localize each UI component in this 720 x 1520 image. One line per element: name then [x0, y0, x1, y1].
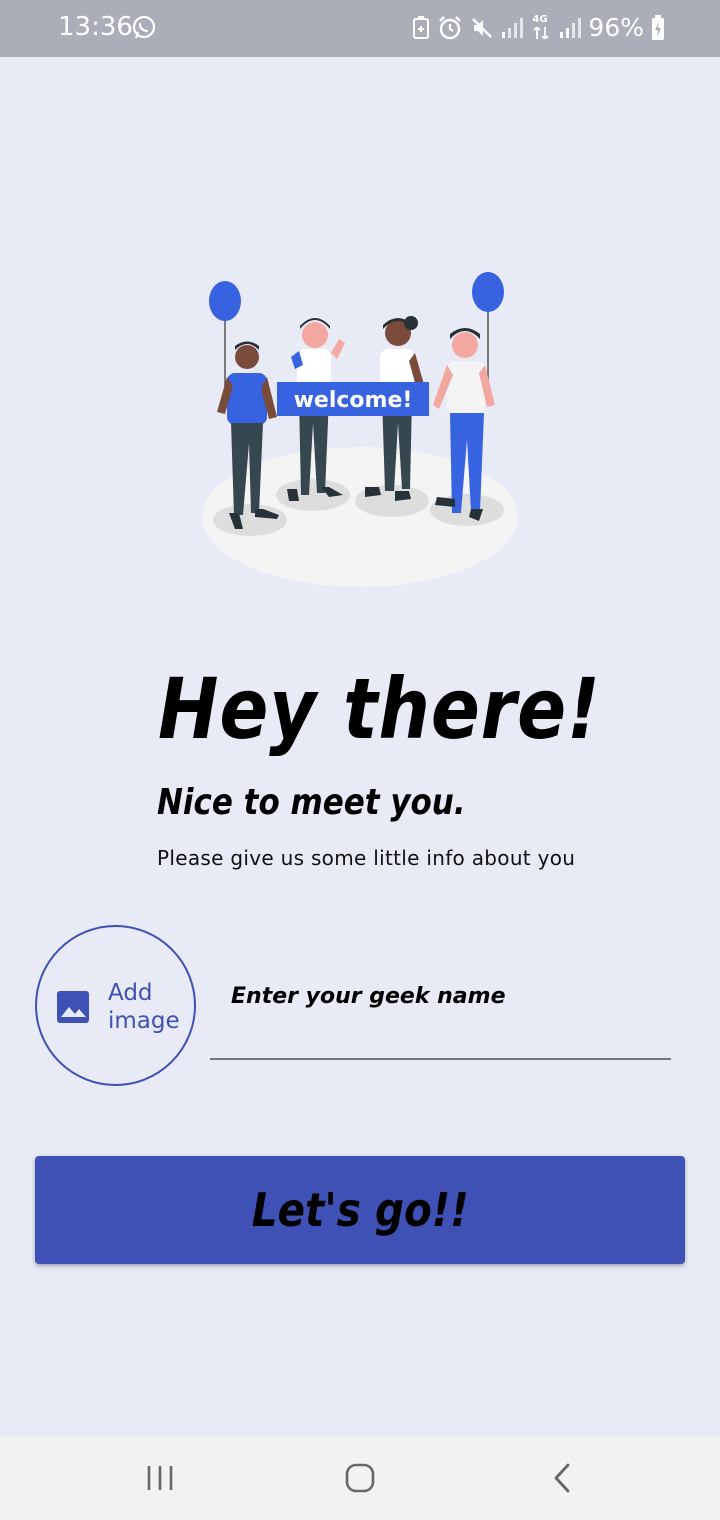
status-time: 13:36	[58, 12, 133, 42]
add-image-label: Add image	[108, 980, 180, 1034]
recent-apps-icon[interactable]	[138, 1456, 182, 1500]
back-icon[interactable]	[540, 1456, 584, 1500]
alarm-icon	[439, 15, 462, 39]
network-label: 4G	[532, 13, 548, 25]
battery-saver-icon	[413, 15, 430, 39]
home-icon[interactable]	[338, 1456, 382, 1500]
page-title: Hey there!	[158, 660, 601, 758]
signal-icon	[502, 17, 524, 38]
geek-name-input[interactable]	[231, 984, 651, 1009]
signal-icon-2	[560, 17, 582, 38]
status-icons: 4G 96%	[412, 13, 665, 42]
lets-go-label: Let's go!!	[251, 1183, 469, 1237]
status-bar: 13:36 4G 96%	[0, 0, 720, 57]
whatsapp-icon	[132, 15, 156, 39]
mute-icon	[472, 17, 493, 38]
battery-charging-icon	[652, 14, 664, 40]
navigation-bar	[0, 1436, 720, 1520]
add-image-button[interactable]: Add image	[35, 925, 196, 1086]
geek-name-field[interactable]	[210, 970, 671, 1060]
image-icon	[57, 991, 89, 1023]
lets-go-button[interactable]: Let's go!!	[35, 1156, 685, 1264]
info-text: Please give us some little info about yo…	[157, 846, 576, 870]
battery-percent: 96%	[588, 13, 644, 42]
banner-text: welcome!	[294, 388, 413, 413]
4g-signal-icon: 4G	[530, 13, 552, 40]
welcome-illustration: welcome!	[202, 272, 518, 587]
page-subtitle: Nice to meet you.	[157, 782, 466, 823]
